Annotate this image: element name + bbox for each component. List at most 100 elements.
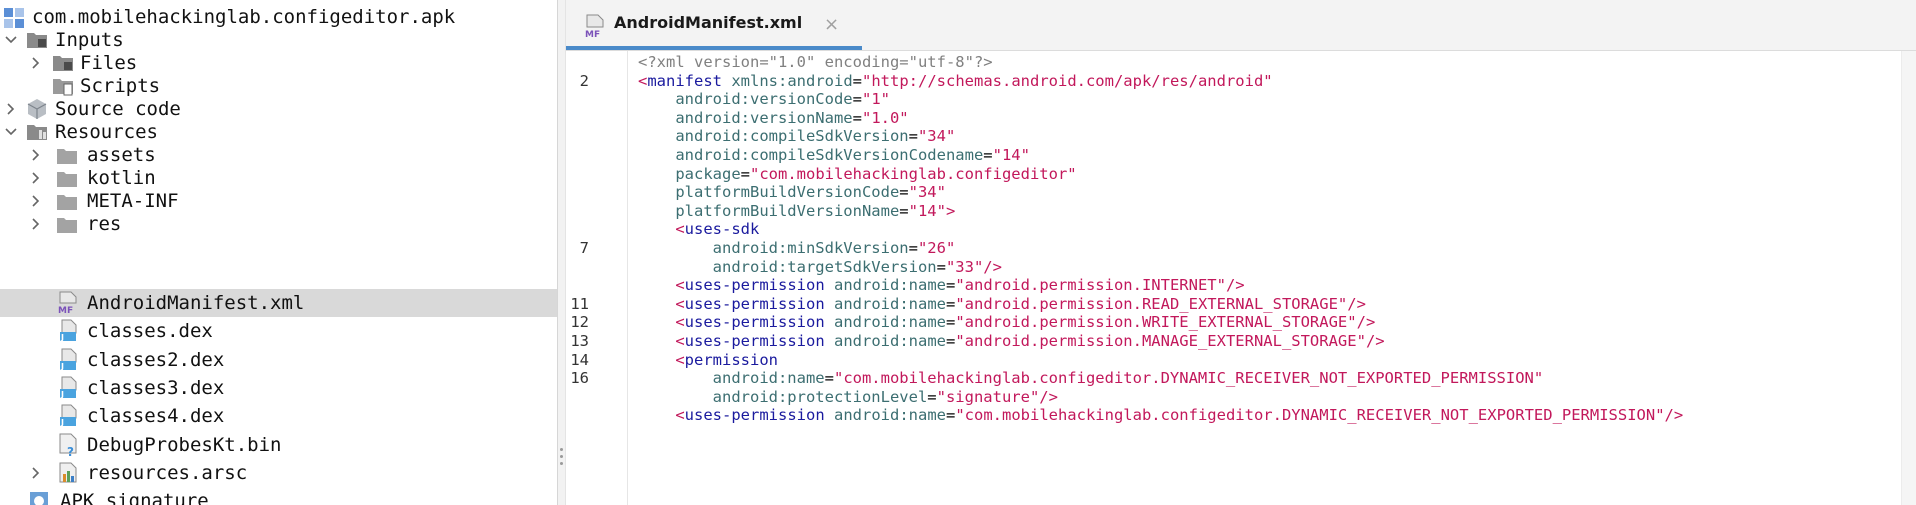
code-token: "android.permission.READ_EXTERNAL_STORAG… — [955, 294, 1348, 313]
chevron-right-icon[interactable] — [4, 102, 18, 116]
editor-tab-bar: MF AndroidManifest.xml × — [566, 0, 1916, 51]
tree-item-res[interactable]: res — [0, 210, 557, 238]
code-token: android:targetSdkVersion — [712, 257, 937, 276]
tree-item-label: kotlin — [87, 167, 156, 189]
chevron-right-icon[interactable] — [29, 194, 43, 208]
tree-item-label: classes2.dex — [87, 349, 225, 371]
chevron-right-icon[interactable] — [29, 217, 43, 231]
code-token: = — [945, 313, 956, 332]
svg-text:J: J — [60, 333, 64, 342]
tree-item-classes4-dex[interactable]: J classes4.dex — [0, 402, 557, 430]
code-token: /> — [983, 257, 1002, 276]
editor-panel: MF AndroidManifest.xml × 2 7 11 12 13 14 16 <?… — [566, 0, 1916, 505]
code-token: android:compileSdkVersionCodename — [675, 146, 984, 164]
script-folder-icon — [52, 75, 74, 97]
tree-item-resources-arsc[interactable]: resources.arsc — [0, 459, 557, 487]
code-token: = — [983, 146, 993, 164]
code-token: android:name — [834, 276, 946, 295]
code-token: uses-permission — [684, 406, 825, 425]
code-token: "com.mobilehackinglab.configeditor" — [750, 164, 1077, 183]
code-token: "com.mobilehackinglab.configeditor.DYNAM… — [833, 369, 1544, 388]
code-token: android:name — [834, 406, 946, 425]
line-number: 16 — [570, 369, 589, 388]
tree-item-label: assets — [87, 144, 156, 166]
code-token: "14" — [908, 201, 946, 220]
code-view[interactable]: <?xml version="1.0" encoding="utf-8"?> <m… — [638, 51, 1900, 505]
signature-icon — [28, 490, 50, 505]
line-number: 2 — [579, 71, 589, 90]
project-tree[interactable]: com.mobilehackinglab.configeditor.apk In… — [0, 0, 557, 505]
tree-item-apk-signature[interactable]: APK signature — [0, 487, 557, 505]
chevron-right-icon[interactable] — [29, 56, 43, 70]
package-icon — [26, 98, 48, 120]
svg-text:MF: MF — [58, 306, 73, 315]
code-token: uses-permission — [684, 294, 825, 313]
code-token: /> — [1039, 387, 1058, 406]
code-line: <uses-permission android:name="com.mobil… — [638, 404, 1683, 426]
tree-item-label: classes4.dex — [87, 405, 225, 427]
tree-item-classes2-dex[interactable]: J classes2.dex — [0, 346, 557, 374]
vertical-scrollbar[interactable] — [1901, 51, 1916, 505]
code-token: = — [740, 164, 750, 183]
close-icon[interactable]: × — [824, 14, 839, 35]
code-token: uses-permission — [684, 332, 825, 350]
folder-icon — [56, 214, 78, 236]
code-token: "com.mobilehackinglab.configeditor.DYNAM… — [955, 406, 1665, 425]
chevron-down-icon[interactable] — [4, 33, 18, 47]
code-token: > — [945, 201, 956, 220]
code-token: /> — [1664, 406, 1684, 425]
code-token: android:minSdkVersion — [712, 239, 909, 257]
line-number: 13 — [570, 332, 589, 350]
code-token: android:versionCode — [675, 90, 853, 109]
code-token: "14" — [992, 146, 1030, 164]
unknown-file-icon: ? — [57, 433, 79, 459]
code-token: "26" — [917, 239, 956, 257]
code-token: android:name — [834, 294, 946, 313]
line-number: 12 — [570, 313, 589, 332]
chevron-down-icon[interactable] — [4, 125, 18, 139]
splitter-grip[interactable] — [560, 448, 564, 470]
code-token: uses-permission — [684, 276, 825, 295]
svg-text:J: J — [60, 362, 64, 371]
code-token: android:protectionLevel — [712, 387, 928, 406]
tree-item-androidmanifest[interactable]: MF AndroidManifest.xml — [0, 289, 557, 317]
dex-file-icon: J — [57, 404, 79, 427]
tab-androidmanifest[interactable]: MF AndroidManifest.xml × — [566, 0, 862, 50]
code-token: = — [852, 108, 862, 127]
code-token: /> — [1347, 294, 1366, 313]
code-token: < — [675, 350, 685, 369]
code-token: = — [927, 387, 937, 406]
resources-folder-icon — [26, 121, 48, 143]
code-token: < — [675, 332, 685, 350]
code-token: "android.permission.INTERNET" — [955, 276, 1226, 295]
tree-item-classes-dex[interactable]: J classes.dex — [0, 317, 557, 345]
chevron-right-icon[interactable] — [29, 171, 43, 185]
chevron-right-icon[interactable] — [29, 466, 43, 480]
folder-icon — [26, 29, 48, 51]
dex-file-icon: J — [57, 319, 79, 342]
line-number: 14 — [570, 350, 589, 369]
chevron-right-icon[interactable] — [29, 148, 43, 162]
tree-item-label: DebugProbesKt.bin — [87, 434, 282, 456]
code-token: uses-permission — [684, 313, 825, 332]
tree-item-debugprobeskt-bin[interactable]: ? DebugProbesKt.bin — [0, 431, 557, 459]
tree-item-label: Resources — [55, 121, 158, 143]
svg-text:?: ? — [67, 445, 74, 457]
tree-item-label: resources.arsc — [87, 462, 248, 484]
dex-file-icon: J — [57, 376, 79, 399]
tree-item-classes3-dex[interactable]: J classes3.dex — [0, 374, 557, 402]
line-number-gutter: 2 7 11 12 13 14 16 — [566, 51, 628, 505]
tree-item-label: classes.dex — [87, 320, 213, 342]
code-token: /> — [1225, 276, 1245, 295]
code-token: platformBuildVersionCode — [675, 183, 900, 202]
tree-item-label: Source code — [55, 98, 181, 120]
code-token: "34" — [917, 127, 956, 146]
